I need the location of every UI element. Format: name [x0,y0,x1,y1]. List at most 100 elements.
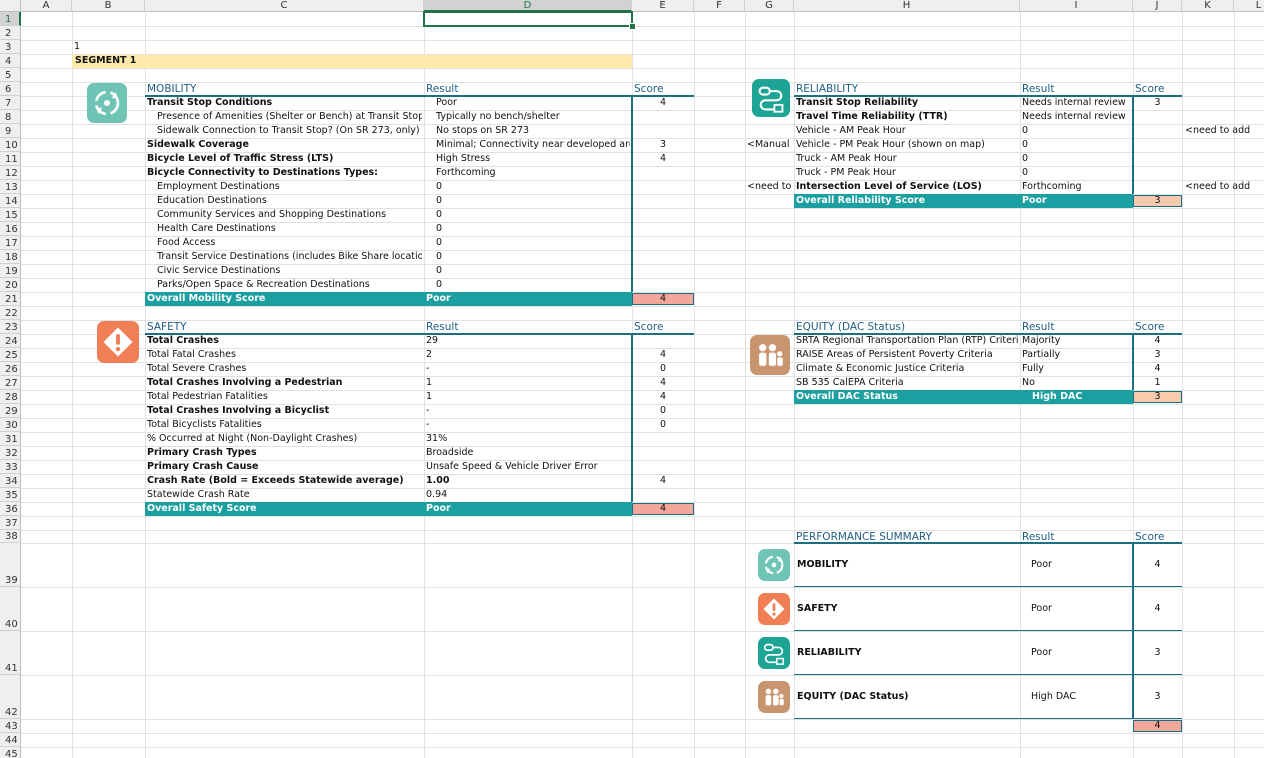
reliability-result-right-rule [1132,96,1133,194]
row-header-1[interactable]: 1 [0,12,21,26]
gridline-horizontal [21,26,1264,27]
safety-row-score: 0 [659,405,667,416]
safety-row-score: 4 [659,475,667,486]
row-header-27[interactable]: 27 [0,376,21,390]
row-header-13[interactable]: 13 [0,180,21,194]
mobility-row-result: 0 [436,181,443,192]
row-header-44[interactable]: 44 [0,733,21,747]
reliability-title: RELIABILITY [796,83,859,95]
row-header-39[interactable]: 39 [0,543,21,587]
row-header-30[interactable]: 30 [0,418,21,432]
safety-row-score: 0 [659,363,667,374]
reliability-note-left: <need to a [747,181,793,192]
reliability-row-label: Truck - PM Peak Hour [796,167,896,178]
summary-row-label: EQUITY (DAC Status) [797,691,909,702]
row-header-16[interactable]: 16 [0,222,21,236]
mobility-score-divider [632,96,633,292]
row-header-40[interactable]: 40 [0,587,21,631]
row-header-42[interactable]: 42 [0,675,21,719]
row-header-24[interactable]: 24 [0,334,21,348]
row-header-34[interactable]: 34 [0,474,21,488]
column-header-j[interactable]: J [1133,0,1182,12]
column-header-l[interactable]: L [1234,0,1264,12]
row-header-9[interactable]: 9 [0,124,21,138]
row-header-41[interactable]: 41 [0,631,21,675]
column-header-i[interactable]: I [1020,0,1133,12]
row-header-6[interactable]: 6 [0,82,21,96]
column-header-k[interactable]: K [1182,0,1234,12]
spreadsheet-grid[interactable]: A B C D E F G H I J K L 1 2 3 4 5 6 7 8 9 10 11 12 13 14 15 16 17 18 1… [0,0,1264,758]
row-header-35[interactable]: 35 [0,488,21,502]
row-header-2[interactable]: 2 [0,26,21,40]
column-header-c[interactable]: C [145,0,424,12]
row-header-38[interactable]: 38 [0,530,21,543]
column-header-b[interactable]: B [72,0,145,12]
row-header-14[interactable]: 14 [0,194,21,208]
row-header-19[interactable]: 19 [0,264,21,278]
safety-row-score: 4 [659,349,667,360]
row-header-28[interactable]: 28 [0,390,21,404]
safety-row-label: Total Pedestrian Fatalities [147,391,268,402]
mobility-row-label: Presence of Amenities (Shelter or Bench)… [157,111,422,122]
column-header-a[interactable]: A [21,0,72,12]
row-header-36[interactable]: 36 [0,502,21,516]
row-header-31[interactable]: 31 [0,432,21,446]
equity-row-label: Climate & Economic Justice Criteria [796,363,965,374]
row-header-8[interactable]: 8 [0,110,21,124]
row-header-21[interactable]: 21 [0,292,21,306]
gridline-horizontal [21,68,1264,69]
row-header-15[interactable]: 15 [0,208,21,222]
safety-overall-result: Poor [426,503,451,514]
row-header-20[interactable]: 20 [0,278,21,292]
reliability-row-label: Truck - AM Peak Hour [796,153,897,164]
safety-row-result: Unsafe Speed & Vehicle Driver Error [426,461,598,472]
summary-row-score: 4 [1154,603,1161,614]
row-header-43[interactable]: 43 [0,719,21,733]
summary-row-label: RELIABILITY [797,647,862,658]
gridline-horizontal [21,516,1264,517]
row-header-29[interactable]: 29 [0,404,21,418]
equity-row-score: 4 [1154,363,1161,374]
row-header-10[interactable]: 10 [0,138,21,152]
equity-row-label: SB 535 CalEPA Criteria [796,377,904,388]
row-header-18[interactable]: 18 [0,250,21,264]
select-all-corner[interactable] [0,0,21,12]
summary-row-score: 3 [1154,691,1161,702]
row-header-45[interactable]: 45 [0,747,21,758]
safety-result-right-rule [631,334,632,502]
row-header-32[interactable]: 32 [0,446,21,460]
summary-row-score: 3 [1154,647,1161,658]
row-header-33[interactable]: 33 [0,460,21,474]
column-header-g[interactable]: G [745,0,794,12]
row-header-11[interactable]: 11 [0,152,21,166]
row-header-5[interactable]: 5 [0,68,21,82]
row-header-4[interactable]: 4 [0,54,21,68]
row-header-17[interactable]: 17 [0,236,21,250]
mobility-cycle-icon [87,83,127,123]
mobility-row-result: High Stress [436,153,491,164]
row-header-25[interactable]: 25 [0,348,21,362]
selected-cell-d1[interactable] [423,11,633,27]
mobility-row-label: Parks/Open Space & Recreation Destinatio… [157,279,370,290]
fill-handle[interactable] [629,23,636,30]
column-header-h[interactable]: H [794,0,1020,12]
column-header-e[interactable]: E [632,0,694,12]
row-header-7[interactable]: 7 [0,96,21,110]
safety-score-divider [632,334,633,502]
row-header-26[interactable]: 26 [0,362,21,376]
reliability-route-icon [758,637,790,669]
mobility-row-result: No stops on SR 273 [436,125,530,136]
row-header-23[interactable]: 23 [0,320,21,334]
summary-row-rule [794,630,1182,631]
reliability-note-right: <need to add [1185,125,1251,136]
mobility-row-label: Community Services and Shopping Destinat… [157,209,387,220]
summary-row-label: MOBILITY [797,559,849,570]
row-header-12[interactable]: 12 [0,166,21,180]
row-header-37[interactable]: 37 [0,516,21,530]
safety-row-result: 1 [426,391,433,402]
mobility-row-result: 0 [436,209,443,220]
row-header-3[interactable]: 3 [0,40,21,54]
column-header-f[interactable]: F [694,0,745,12]
row-header-22[interactable]: 22 [0,306,21,320]
reliability-overall-score: 3 [1133,195,1182,207]
